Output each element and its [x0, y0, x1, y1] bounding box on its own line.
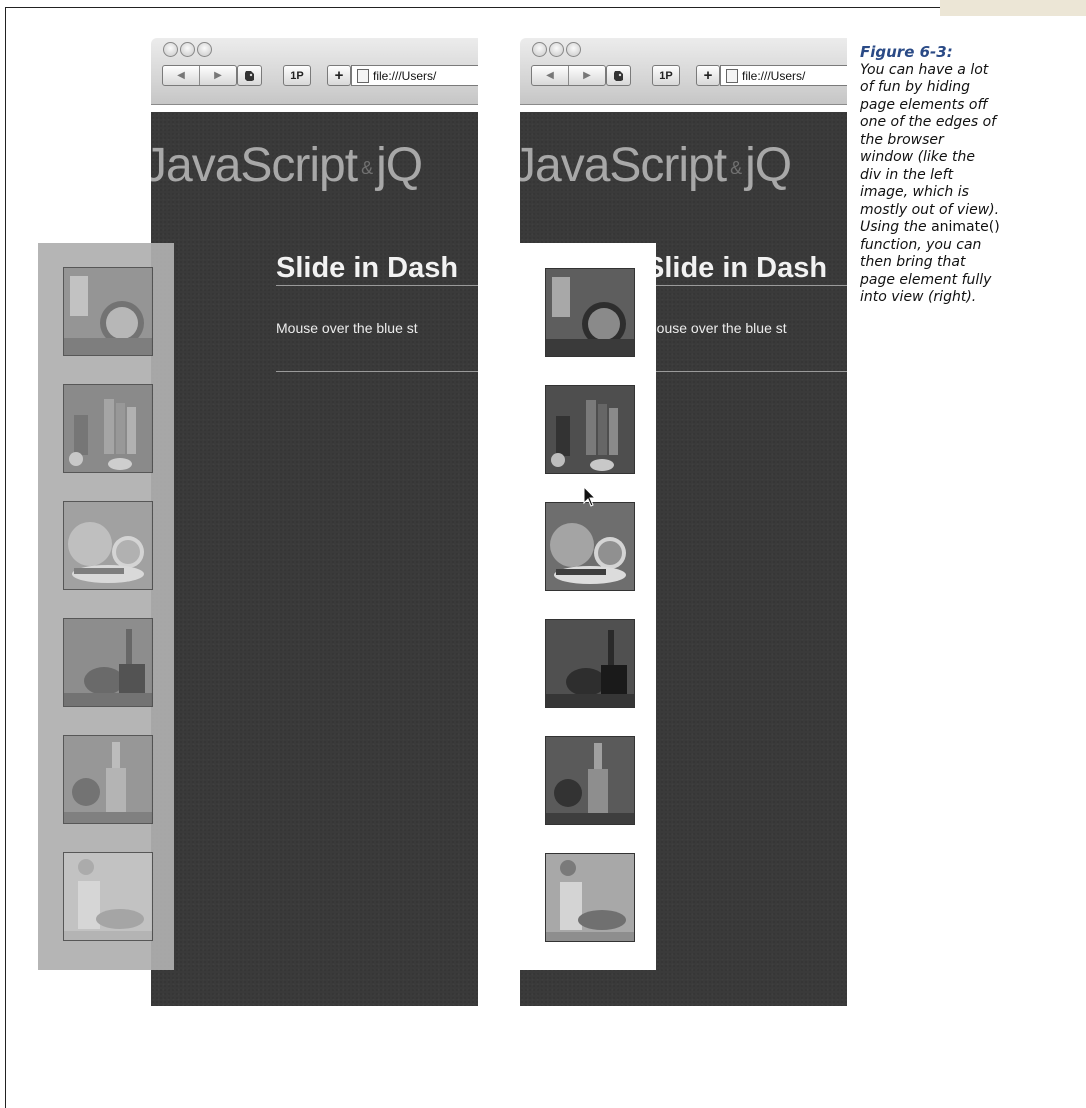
thumbnail-vase[interactable]	[545, 853, 635, 942]
caption-text-before: You can have a lot of fun by hiding page…	[860, 61, 1000, 236]
zoom-window-icon[interactable]	[566, 42, 581, 57]
figure-caption: Figure 6-3: You can have a lot of fun by …	[860, 43, 1000, 307]
thumbnail-clock[interactable]	[545, 268, 635, 357]
evernote-icon[interactable]	[606, 65, 631, 86]
page-paragraph: Mouse over the blue st	[645, 320, 787, 336]
site-title-part1: JavaScript	[520, 139, 727, 192]
thumbnail-teapot[interactable]	[63, 618, 153, 707]
document-icon	[726, 68, 738, 83]
site-title-amp: &	[730, 157, 742, 178]
content-divider	[276, 371, 478, 372]
content-divider	[645, 371, 847, 372]
page-paragraph: Mouse over the blue st	[276, 320, 418, 336]
forward-arrow-icon[interactable]: ▶	[568, 66, 605, 85]
thumbnail-vase[interactable]	[63, 852, 153, 941]
close-window-icon[interactable]	[532, 42, 547, 57]
page-heading: Slide in Dash	[276, 252, 459, 284]
thumbnail-bottle[interactable]	[63, 735, 153, 824]
thumbnail-fruit[interactable]	[63, 501, 153, 590]
minimize-window-icon[interactable]	[180, 42, 195, 57]
onepassword-button[interactable]: 1P	[652, 65, 680, 86]
site-title-amp: &	[361, 157, 373, 178]
thumbnail-fruit[interactable]	[545, 502, 635, 591]
thumbnail-books[interactable]	[63, 384, 153, 473]
hidden-slide-panel[interactable]	[38, 243, 174, 970]
thumbnail-teapot[interactable]	[545, 619, 635, 708]
onepassword-button[interactable]: 1P	[283, 65, 311, 86]
close-window-icon[interactable]	[163, 42, 178, 57]
minimize-window-icon[interactable]	[549, 42, 564, 57]
caption-code: animate()	[931, 219, 1000, 235]
site-title-part2: jQ	[376, 139, 423, 192]
browser-toolbar: ◀ ▶ 1P + file:///Users/	[520, 38, 847, 105]
heading-divider	[276, 285, 478, 286]
back-arrow-icon[interactable]: ◀	[163, 66, 199, 85]
address-bar[interactable]: file:///Users/	[351, 65, 478, 86]
back-forward-buttons: ◀ ▶	[162, 65, 237, 86]
thumbnail-bottle[interactable]	[545, 736, 635, 825]
browser-screenshot-left: ◀ ▶ 1P + file:///Users/ JavaScript &jQ Sl…	[151, 38, 478, 1006]
thumbnail-clock[interactable]	[63, 267, 153, 356]
page-corner-tab	[940, 0, 1086, 16]
back-forward-buttons: ◀ ▶	[531, 65, 606, 86]
page-viewport: JavaScript &jQ Slide in Dash Mouse over t…	[151, 112, 478, 1006]
url-text: file:///Users/	[373, 68, 437, 83]
site-title: JavaScript &jQ	[520, 138, 792, 193]
site-title-part1: JavaScript	[151, 139, 358, 192]
url-text: file:///Users/	[742, 68, 806, 83]
caption-text-after: function, you can then bring that page e…	[860, 236, 992, 306]
site-title-part2: jQ	[745, 139, 792, 192]
add-bookmark-button[interactable]: +	[327, 65, 351, 86]
zoom-window-icon[interactable]	[197, 42, 212, 57]
address-bar[interactable]: file:///Users/	[720, 65, 847, 86]
visible-slide-panel[interactable]	[520, 243, 656, 970]
thumbnail-books[interactable]	[545, 385, 635, 474]
document-icon	[357, 68, 369, 83]
figure-label: Figure 6-3:	[860, 43, 953, 61]
add-bookmark-button[interactable]: +	[696, 65, 720, 86]
heading-divider	[645, 285, 847, 286]
browser-toolbar: ◀ ▶ 1P + file:///Users/	[151, 38, 478, 105]
site-title: JavaScript &jQ	[151, 138, 423, 193]
forward-arrow-icon[interactable]: ▶	[199, 66, 236, 85]
page-heading: Slide in Dash	[645, 252, 828, 284]
evernote-icon[interactable]	[237, 65, 262, 86]
back-arrow-icon[interactable]: ◀	[532, 66, 568, 85]
